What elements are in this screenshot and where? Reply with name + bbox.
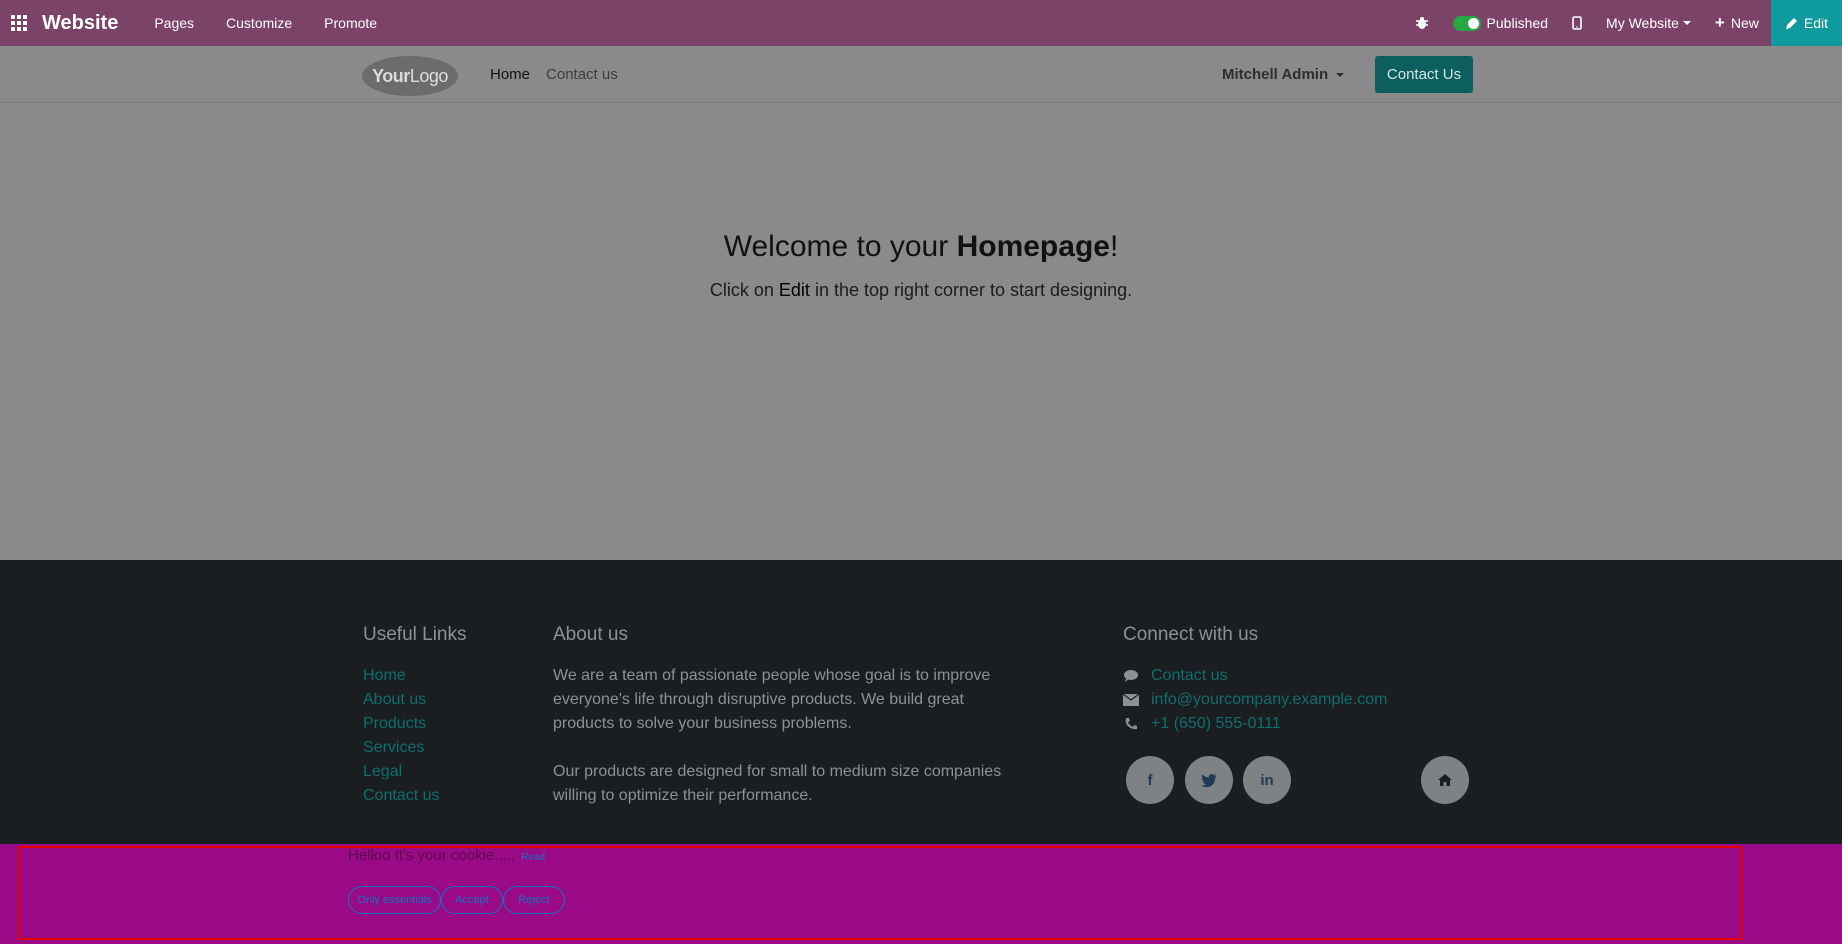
cookie-only-essentials-button[interactable]: Only essentials <box>348 886 441 914</box>
published-toggle[interactable]: Published <box>1441 0 1561 46</box>
mobile-preview-button[interactable] <box>1560 0 1594 46</box>
cookie-reject-button[interactable]: Reject <box>503 886 565 914</box>
footer-link-contact[interactable]: Contact us <box>363 784 523 808</box>
envelope-icon <box>1123 692 1139 708</box>
about-title: About us <box>553 624 628 645</box>
edit-label: Edit <box>1803 15 1828 31</box>
cookie-bar-highlight <box>18 846 1742 940</box>
website-selector-label: My Website <box>1606 15 1679 31</box>
footer-link-home[interactable]: Home <box>363 664 523 688</box>
phone-icon <box>1123 716 1139 732</box>
toggle-switch-icon <box>1452 15 1481 31</box>
plus-icon: + <box>1714 13 1725 32</box>
hero-section: Welcome to your Homepage! Click on Edit … <box>0 104 1842 560</box>
useful-links-title: Useful Links <box>363 624 467 645</box>
menu-promote[interactable]: Promote <box>308 15 393 31</box>
footer-useful-links: Useful Links Home About us Products Serv… <box>363 624 523 808</box>
website-selector[interactable]: My Website <box>1594 0 1703 46</box>
connect-title: Connect with us <box>1123 624 1259 645</box>
mobile-icon <box>1572 16 1582 30</box>
header-contact-button[interactable]: Contact Us <box>1375 56 1473 93</box>
app-brand[interactable]: Website <box>42 12 118 35</box>
social-twitter-button[interactable] <box>1185 756 1233 804</box>
new-button[interactable]: + New <box>1703 0 1771 46</box>
footer-link-legal[interactable]: Legal <box>363 760 523 784</box>
cookie-read-link[interactable]: Read <box>521 852 545 863</box>
footer-link-about[interactable]: About us <box>363 688 523 712</box>
apps-grid-icon <box>11 15 27 31</box>
social-home-button[interactable] <box>1421 756 1469 804</box>
hero-title: Welcome to your Homepage! <box>723 230 1119 263</box>
linkedin-icon: in <box>1260 771 1274 789</box>
comment-icon <box>1123 668 1139 684</box>
footer-about: About us We are a team of passionate peo… <box>553 624 1003 808</box>
pencil-icon <box>1785 17 1797 29</box>
user-name: Mitchell Admin <box>1222 66 1329 83</box>
connect-contact-link[interactable]: Contact us <box>1151 664 1227 688</box>
nav-home[interactable]: Home <box>490 66 530 83</box>
site-logo[interactable]: Your Logo <box>362 56 458 96</box>
apps-menu-button[interactable] <box>0 0 38 46</box>
connect-email-link[interactable]: info@yourcompany.example.com <box>1151 688 1388 712</box>
cookie-text: Helloo It's your cookie..... <box>348 847 516 864</box>
twitter-icon <box>1201 773 1217 787</box>
logo-text-thin: Logo <box>409 65 449 86</box>
cookie-message: Helloo It's your cookie..... Read <box>348 847 545 864</box>
connect-phone-link[interactable]: +1 (650) 555-0111 <box>1151 712 1281 736</box>
admin-topbar: Website Pages Customize Promote Publishe… <box>0 0 1842 46</box>
social-linkedin-button[interactable]: in <box>1243 756 1291 804</box>
logo-text-bold: Your <box>372 65 410 86</box>
site-header: Your Logo Home Contact us Mitchell Admin … <box>0 46 1842 103</box>
menu-customize[interactable]: Customize <box>210 15 308 31</box>
footer-link-products[interactable]: Products <box>363 712 523 736</box>
bug-icon <box>1415 17 1428 29</box>
debug-button[interactable] <box>1403 0 1441 46</box>
home-icon <box>1438 774 1452 786</box>
facebook-icon: f <box>1147 771 1153 789</box>
connect-phone-row: +1 (650) 555-0111 <box>1123 712 1483 736</box>
footer-connect: Connect with us Contact us info@yourcomp… <box>1123 624 1483 736</box>
cookie-accept-button[interactable]: Accept <box>441 886 503 914</box>
footer-link-services[interactable]: Services <box>363 736 523 760</box>
hero-subtitle: Click on Edit in the top right corner to… <box>709 280 1133 300</box>
about-paragraph-1: We are a team of passionate people whose… <box>553 667 991 732</box>
caret-down-icon <box>1682 21 1691 25</box>
social-facebook-button[interactable]: f <box>1126 756 1174 804</box>
edit-button[interactable]: Edit <box>1770 0 1842 46</box>
user-menu[interactable]: Mitchell Admin <box>1222 46 1345 103</box>
about-paragraph-2: Our products are designed for small to m… <box>553 763 1002 804</box>
nav-contact-us[interactable]: Contact us <box>546 66 618 83</box>
main-nav: Home Contact us <box>490 46 634 103</box>
caret-down-icon <box>1336 72 1345 77</box>
site-footer: Useful Links Home About us Products Serv… <box>0 560 1842 844</box>
topbar-right: Published My Website + New Edit <box>1403 0 1842 46</box>
menu-pages[interactable]: Pages <box>138 15 210 31</box>
connect-email-row: info@yourcompany.example.com <box>1123 688 1483 712</box>
new-label: New <box>1730 15 1759 31</box>
connect-contact-row: Contact us <box>1123 664 1483 688</box>
published-label: Published <box>1486 15 1549 31</box>
